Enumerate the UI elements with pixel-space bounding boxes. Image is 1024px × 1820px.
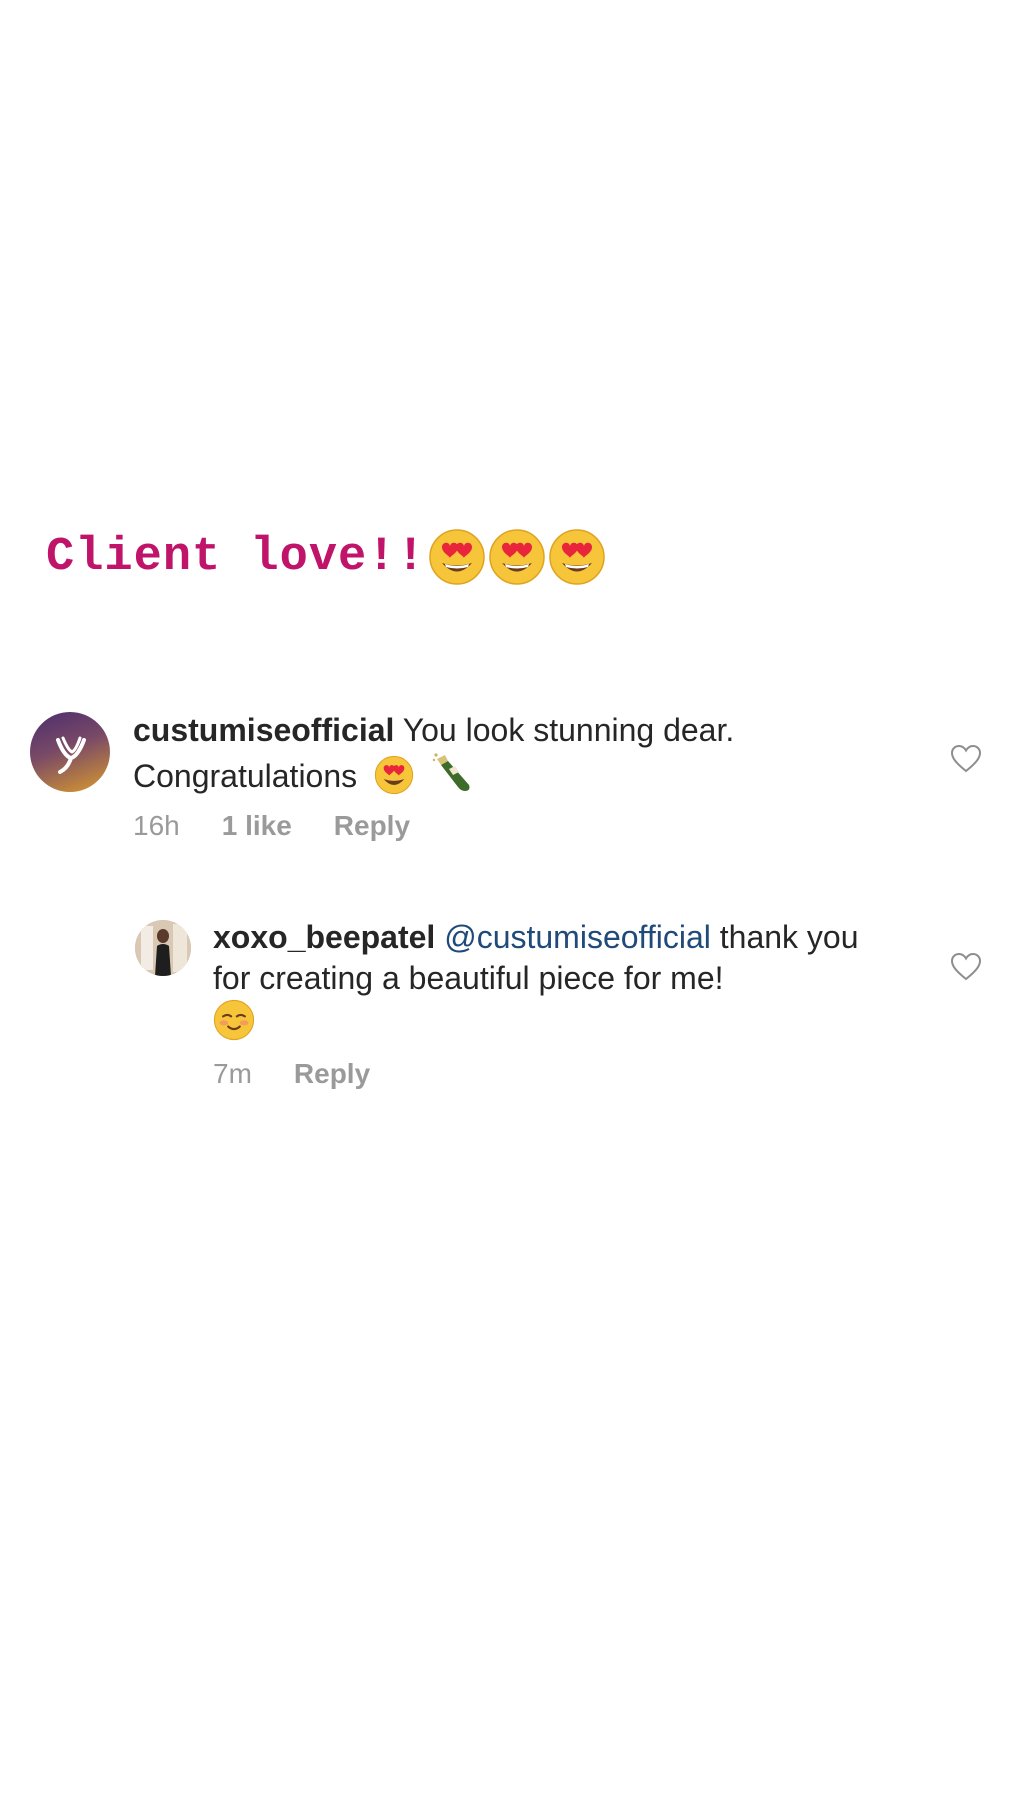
smiling-blush-icon — [213, 999, 255, 1051]
reply-button[interactable]: Reply — [294, 1058, 370, 1090]
user-photo-avatar[interactable] — [135, 920, 191, 976]
caption-text: Client love!! — [46, 530, 426, 584]
story-caption: Client love!! — [46, 528, 606, 586]
like-heart-icon[interactable] — [950, 952, 982, 982]
comment-time: 16h — [133, 810, 180, 841]
comment-body: custumiseofficial You look stunning dear… — [133, 710, 833, 805]
mention-link[interactable]: @custumiseofficial — [444, 919, 711, 955]
comment-username[interactable]: custumiseofficial — [133, 712, 394, 748]
champagne-icon — [431, 751, 475, 805]
reply-button[interactable]: Reply — [334, 810, 410, 842]
heart-eyes-icon — [428, 528, 486, 586]
comment-body: xoxo_beepatel @custumiseofficial thank y… — [213, 917, 903, 1051]
comment-username[interactable]: xoxo_beepatel — [213, 919, 435, 955]
like-heart-icon[interactable] — [950, 744, 982, 774]
heart-eyes-icon — [374, 755, 414, 805]
heart-eyes-icon — [488, 528, 546, 586]
comment-likes[interactable]: 1 like — [222, 810, 292, 842]
comment-meta: 7m Reply — [213, 1058, 370, 1090]
brand-logo-avatar[interactable] — [30, 712, 110, 792]
comment-meta: 16h 1 like Reply — [133, 810, 410, 842]
comment-time: 7m — [213, 1058, 252, 1089]
heart-eyes-icon — [548, 528, 606, 586]
